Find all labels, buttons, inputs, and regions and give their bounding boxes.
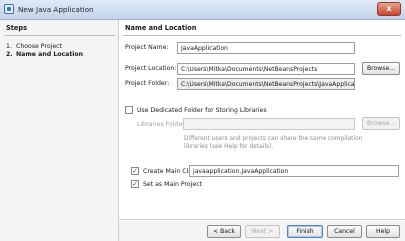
- set-main-project-label: Set as Main Project: [143, 180, 203, 188]
- project-location-input[interactable]: C:\Users\Mitka\Documents\NetBeansProject…: [177, 63, 355, 75]
- section-heading: Name and Location: [125, 24, 197, 32]
- title-bar: New Java Application x: [0, 0, 405, 20]
- project-folder-label: Project Folder:: [125, 80, 170, 87]
- dedicated-folder-checkbox[interactable]: [125, 106, 133, 114]
- step-label: Choose Project: [16, 43, 62, 50]
- set-main-project-checkbox[interactable]: ✓: [131, 180, 139, 188]
- back-button[interactable]: < Back: [207, 225, 241, 238]
- next-button[interactable]: Next >: [245, 225, 280, 238]
- step-number: 1.: [6, 43, 12, 50]
- close-icon: x: [386, 4, 392, 13]
- step-number: 2.: [6, 51, 13, 58]
- steps-panel: Steps 1. Choose Project 2. Name and Locati…: [0, 20, 119, 241]
- netbeans-app-icon: [4, 4, 14, 14]
- help-button[interactable]: Help: [366, 225, 400, 238]
- libraries-folder-label: Libraries Folder:: [137, 121, 187, 128]
- button-bar-divider: [119, 219, 405, 220]
- libraries-folder-input[interactable]: [183, 118, 355, 130]
- project-name-input[interactable]: JavaApplication: [177, 42, 355, 54]
- browse-location-button[interactable]: Browse...: [362, 62, 400, 75]
- section-heading-divider: [123, 35, 401, 36]
- window-title: New Java Application: [18, 5, 94, 14]
- dedicated-folder-checkbox-row[interactable]: Use Dedicated Folder for Storing Librari…: [125, 106, 267, 114]
- project-location-label: Project Location:: [125, 65, 177, 72]
- steps-heading: Steps: [6, 24, 28, 32]
- libraries-help-text: Different users and projects can share t…: [184, 136, 363, 150]
- dedicated-folder-label: Use Dedicated Folder for Storing Librari…: [137, 106, 267, 114]
- create-main-class-checkbox[interactable]: ✓: [131, 167, 139, 175]
- project-folder-field: C:\Users\Mitka\Documents\NetBeansProject…: [177, 78, 355, 90]
- steps-heading-divider: [4, 35, 115, 36]
- project-name-label: Project Name:: [125, 44, 169, 51]
- step-item-name-and-location: 2. Name and Location: [6, 51, 83, 58]
- cancel-button[interactable]: Cancel: [327, 225, 362, 238]
- step-label: Name and Location: [16, 51, 84, 58]
- set-main-project-row[interactable]: ✓ Set as Main Project: [131, 180, 202, 188]
- main-class-input[interactable]: javaapplication.JavaApplication: [189, 165, 399, 177]
- browse-libraries-button[interactable]: Browse...: [362, 117, 400, 130]
- step-item-choose-project: 1. Choose Project: [6, 43, 62, 50]
- close-button[interactable]: x: [377, 2, 401, 16]
- finish-button[interactable]: Finish: [287, 225, 323, 238]
